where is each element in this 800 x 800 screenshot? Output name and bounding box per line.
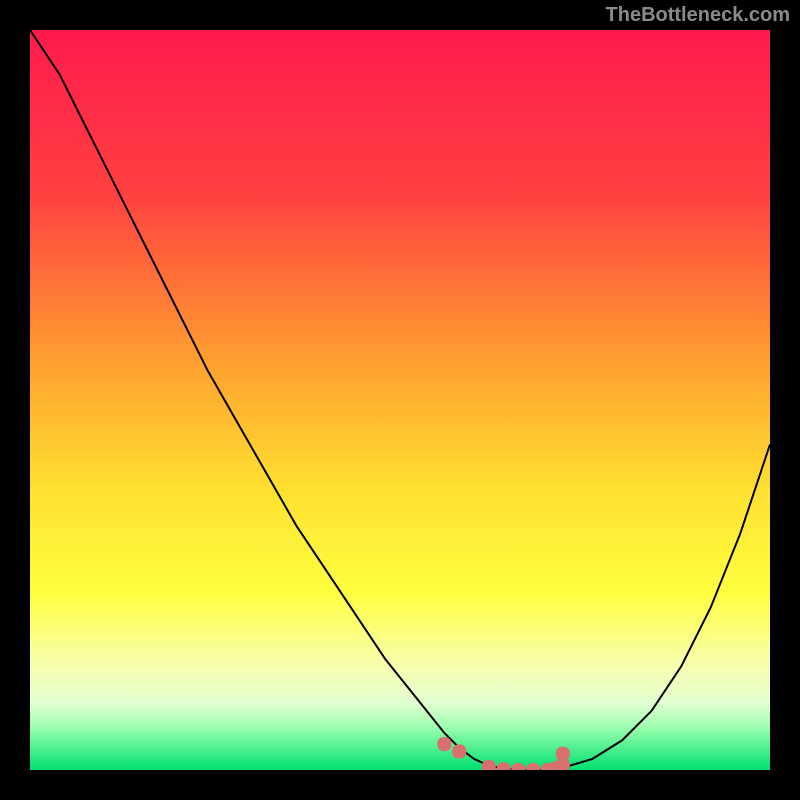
marker-point [497, 762, 511, 770]
marker-point [437, 737, 451, 751]
plot-area [30, 30, 770, 770]
marker-point [452, 745, 466, 759]
watermark-text: TheBottleneck.com [606, 4, 790, 27]
marker-point [556, 747, 570, 761]
optimal-range-markers [437, 737, 569, 770]
marker-point [526, 763, 540, 770]
marker-point [511, 763, 525, 770]
marker-point [482, 760, 496, 770]
curve-layer [30, 30, 770, 770]
chart-frame [0, 0, 800, 800]
bottleneck-curve [30, 30, 770, 770]
